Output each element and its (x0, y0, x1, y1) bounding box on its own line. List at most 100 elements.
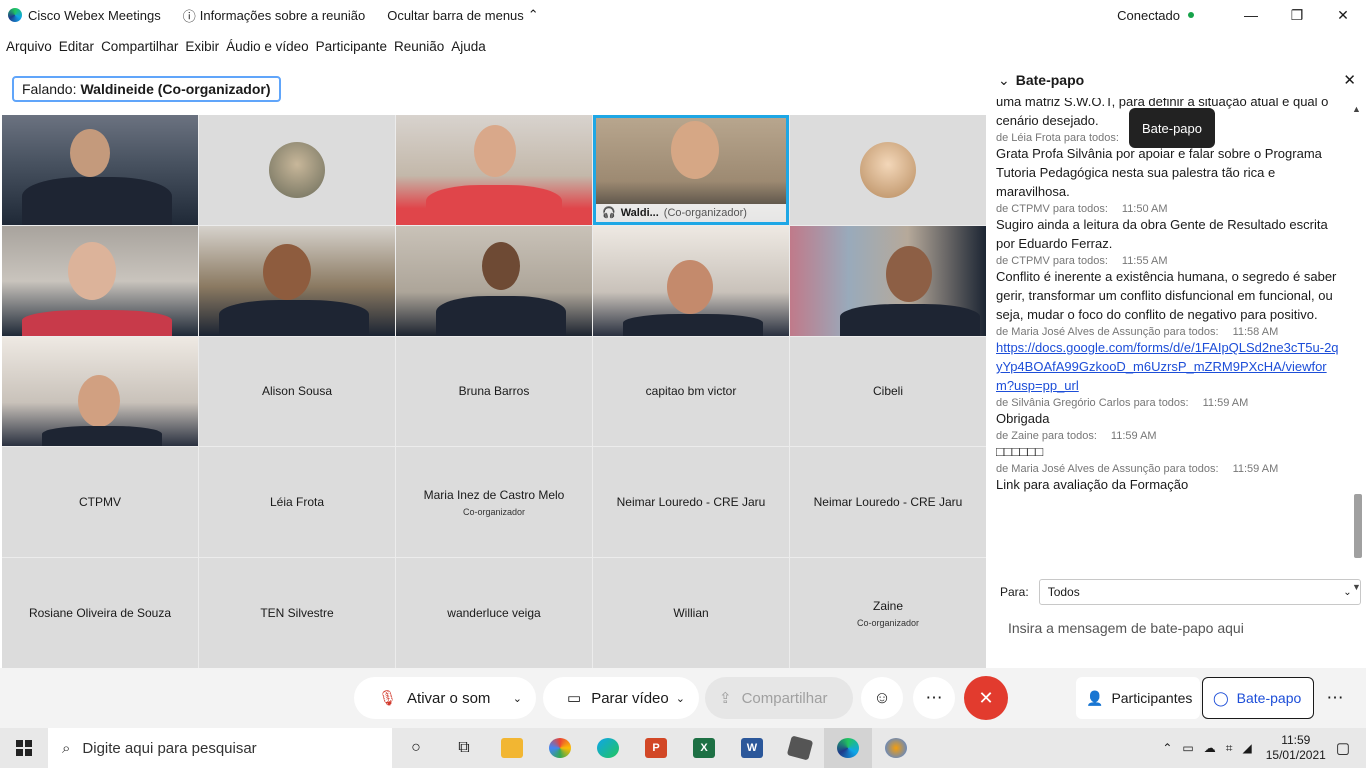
chat-message-text: □□□□□□ (996, 444, 1044, 459)
end-call-button[interactable]: ✕ (964, 676, 1008, 720)
participant-tile[interactable]: wanderluce veiga (396, 558, 592, 668)
video-tile[interactable] (199, 225, 395, 336)
scroll-up-icon[interactable]: ▲ (1352, 104, 1361, 114)
chat-messages[interactable]: uma matriz S.W.O.T, para definir a situa… (988, 98, 1350, 628)
participant-tile[interactable]: Neimar Louredo - CRE Jaru (593, 447, 789, 558)
unmute-label: Ativar o som (407, 689, 491, 707)
unmute-button[interactable]: 🎙 Ativar o som ⌄ (354, 677, 536, 719)
participant-name: CTPMV (79, 495, 121, 510)
roblox-icon[interactable] (776, 728, 824, 768)
meeting-info-button[interactable]: ⓘ Informações sobre a reunião (183, 6, 366, 25)
wifi-icon[interactable]: ◢ (1243, 741, 1252, 755)
paint-icon[interactable] (872, 728, 920, 768)
video-tile[interactable] (2, 336, 198, 447)
chevron-down-icon[interactable]: ⌄ (513, 692, 522, 705)
participant-body (426, 184, 562, 225)
participant-tile[interactable]: CTPMV (2, 447, 198, 558)
avatar (860, 141, 916, 198)
participant-tile[interactable]: Rosiane Oliveira de Souza (2, 558, 198, 668)
title-bar: Cisco Webex Meetings ⓘ Informações sobre… (0, 0, 1366, 30)
recipient-select[interactable]: Todos ⌄ (1038, 579, 1361, 605)
minimize-button[interactable]: — (1228, 0, 1274, 30)
participant-tile[interactable]: Zaine Co-organizador (790, 558, 986, 668)
chat-scrollbar[interactable]: ▲ ▼ (1352, 104, 1362, 592)
start-button[interactable] (0, 728, 48, 768)
video-tile[interactable] (2, 115, 198, 225)
chat-message-link[interactable]: https://docs.google.com/forms/d/e/1FAIpQ… (996, 338, 1344, 395)
maximize-button[interactable]: ❐ (1274, 0, 1320, 30)
menu-ajuda[interactable]: Ajuda (451, 39, 486, 54)
menu-editar[interactable]: Editar (59, 39, 94, 54)
chevron-down-icon[interactable]: ⌄ (676, 692, 685, 705)
participant-tile[interactable]: Léia Frota (199, 447, 395, 558)
close-chat-icon[interactable]: ✕ (1343, 71, 1356, 89)
video-tile[interactable] (396, 115, 592, 225)
windows-logo-icon (16, 740, 32, 756)
video-tile[interactable] (593, 225, 789, 336)
cloud-icon[interactable]: ☁ (1204, 741, 1216, 755)
menu-participante[interactable]: Participante (316, 39, 387, 54)
word-icon[interactable]: W (728, 728, 776, 768)
stop-video-button[interactable]: ▭ Parar vídeo ⌄ (543, 677, 699, 719)
powerpoint-icon[interactable]: P (632, 728, 680, 768)
scrollbar-thumb[interactable] (1354, 494, 1362, 558)
battery-icon[interactable]: ▭ (1182, 741, 1193, 755)
notifications-icon[interactable]: ▢ (1336, 739, 1350, 757)
participant-grid: 🎧 Waldi... (Co-organizador) Alison Sousa… (2, 115, 986, 668)
participant-tile[interactable]: TEN Silvestre (199, 558, 395, 668)
network-icon[interactable]: ⌗ (1226, 741, 1233, 756)
chevron-up-icon[interactable]: ⌃ (1162, 741, 1172, 755)
participant-name: Cibeli (872, 384, 903, 399)
collapse-chevron-icon[interactable]: ⌄ (998, 72, 1010, 89)
more-options-button[interactable]: ⋯ (913, 677, 955, 719)
close-button[interactable]: ✕ (1320, 0, 1366, 30)
participant-body (219, 299, 369, 336)
file-explorer-icon[interactable] (488, 728, 536, 768)
cortana-icon[interactable]: ○ (392, 728, 440, 768)
chat-button[interactable]: ◯ Bate-papo (1202, 677, 1314, 719)
task-view-icon[interactable]: ⧉ (440, 728, 488, 768)
menu-exibir[interactable]: Exibir (185, 39, 219, 54)
clock[interactable]: 11:59 15/01/2021 (1266, 733, 1326, 763)
edge-icon[interactable] (584, 728, 632, 768)
video-tile[interactable] (199, 115, 395, 225)
participant-name: Willian (673, 606, 709, 621)
participants-button[interactable]: 👤 Participantes (1076, 677, 1200, 719)
participant-tile[interactable]: Bruna Barros (396, 336, 592, 447)
participant-body (840, 303, 980, 336)
tile-name: Waldi... (620, 206, 659, 219)
chat-time: 11:59 AM (1202, 397, 1249, 409)
info-icon: ⓘ (182, 8, 196, 24)
video-tile[interactable] (790, 225, 986, 336)
taskbar: ⌕ Digite aqui para pesquisar ○ ⧉ P X W ⌃… (0, 728, 1366, 768)
menu-compartilhar[interactable]: Compartilhar (101, 39, 178, 54)
menu-audio-video[interactable]: Áudio e vídeo (226, 39, 309, 54)
taskbar-search[interactable]: ⌕ Digite aqui para pesquisar (48, 728, 392, 768)
video-tile[interactable] (396, 225, 592, 336)
video-tile[interactable] (790, 115, 986, 225)
chat-sender: de Zaine para todos: (996, 430, 1097, 442)
participant-tile[interactable]: Willian (593, 558, 789, 668)
menu-reuniao[interactable]: Reunião (394, 39, 444, 54)
share-icon: ⇪ (719, 690, 732, 707)
chrome-icon[interactable] (536, 728, 584, 768)
video-tile-active-speaker[interactable]: 🎧 Waldi... (Co-organizador) (593, 115, 789, 225)
participant-tile[interactable]: Maria Inez de Castro Melo Co-organizador (396, 447, 592, 558)
reactions-button[interactable]: ☺ (861, 677, 903, 719)
participant-tile[interactable]: Cibeli (790, 336, 986, 447)
participant-face (78, 374, 120, 427)
share-button[interactable]: ⇪ Compartilhar (705, 677, 853, 719)
webex-taskbar-icon[interactable] (824, 728, 872, 768)
chat-header: ⌄ Bate-papo ✕ (988, 62, 1366, 98)
app-title: Cisco Webex Meetings (28, 7, 161, 23)
menu-arquivo[interactable]: Arquivo (6, 39, 52, 54)
participant-tile[interactable]: capitao bm victor (593, 336, 789, 447)
more-panels-button[interactable]: ⋯ (1314, 677, 1356, 719)
chat-input[interactable]: Insira a mensagem de bate-papo aqui (1008, 620, 1244, 636)
stop-video-label: Parar vídeo (591, 689, 669, 707)
participant-tile[interactable]: Alison Sousa (199, 336, 395, 447)
participant-tile[interactable]: Neimar Louredo - CRE Jaru (790, 447, 986, 558)
excel-icon[interactable]: X (680, 728, 728, 768)
hide-menu-button[interactable]: Ocultar barra de menus ⌃ (387, 7, 538, 23)
video-tile[interactable] (2, 225, 198, 336)
